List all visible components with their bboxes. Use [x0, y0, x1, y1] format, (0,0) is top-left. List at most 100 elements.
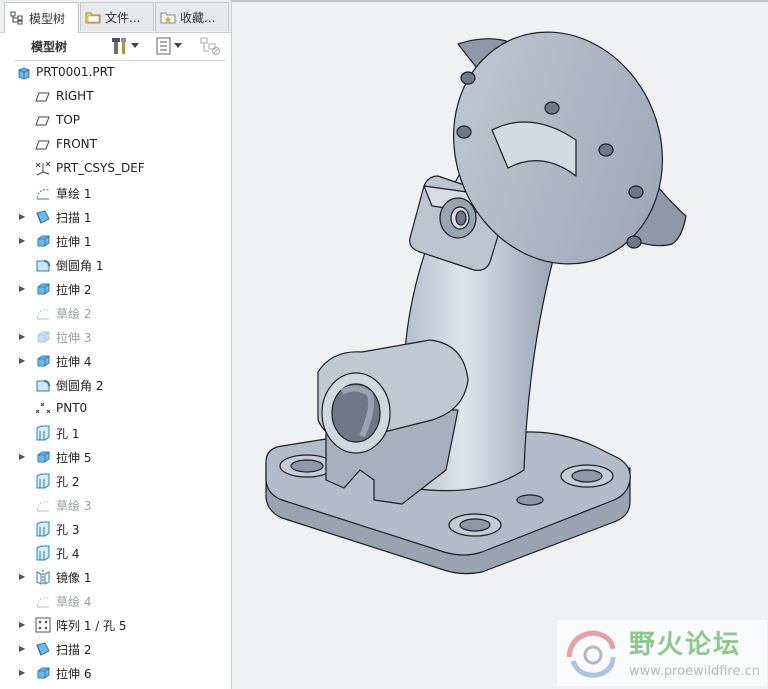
tab-model-tree[interactable]: 模型树 [4, 2, 79, 33]
tree-root-label: PRT0001.PRT [36, 65, 115, 79]
tree-item[interactable]: ▶ 镜像 1 [0, 565, 231, 589]
tree-item[interactable]: TOP [0, 109, 231, 133]
tree-item[interactable]: ▶ 拉伸 1 [0, 229, 231, 253]
watermark: 野火论坛 www.proewildfire.cn [557, 620, 767, 686]
extrude-icon [35, 449, 51, 465]
expand-arrow-icon[interactable]: ▶ [19, 284, 27, 294]
round-icon [35, 377, 51, 393]
sketch-icon [35, 305, 51, 321]
chevron-down-icon [174, 43, 182, 49]
tree-item-label: 扫描 1 [56, 211, 92, 225]
expand-arrow-icon[interactable]: ▶ [19, 644, 27, 654]
tree-item-label: 草绘 3 [56, 499, 92, 513]
filter-icon [200, 36, 222, 56]
expand-arrow-icon[interactable]: ▶ [19, 572, 27, 582]
part-icon [16, 65, 32, 81]
datum-plane-icon [35, 113, 51, 129]
tree-item[interactable]: ▶ 阵列 1 / 孔 5 [0, 613, 231, 637]
tree-item-label: 孔 3 [56, 523, 80, 537]
model-tree-toolbar: 模型树 [0, 33, 231, 59]
sketch-icon [35, 185, 51, 201]
expand-arrow-icon[interactable]: ▶ [19, 452, 27, 462]
tree-item[interactable]: 倒圆角 2 [0, 373, 231, 397]
navigator-tabs: 模型树 文件... 收藏... [0, 0, 231, 33]
tree-item-label: 扫描 2 [56, 643, 92, 657]
datum-plane-icon [35, 89, 51, 105]
extrude-icon [35, 329, 51, 345]
tab-file-browser[interactable]: 文件... [80, 2, 154, 31]
tree-item[interactable]: 孔 1 [0, 421, 231, 445]
tree-item[interactable]: 倒圆角 1 [0, 253, 231, 277]
tree-item-label: 拉伸 5 [56, 451, 92, 465]
model-tree-icon [9, 10, 25, 26]
tree-item[interactable]: ▶ 扫描 1 [0, 205, 231, 229]
tree-item[interactable]: 孔 2 [0, 469, 231, 493]
tree-item[interactable]: 孔 4 [0, 541, 231, 565]
tree-item-label: 倒圆角 2 [56, 379, 104, 393]
tree-item[interactable]: 孔 3 [0, 517, 231, 541]
tree-item-label: 草绘 2 [56, 307, 92, 321]
tree-item-label: 草绘 1 [56, 187, 92, 201]
datum-point-icon [35, 401, 51, 417]
extrude-icon [35, 281, 51, 297]
mirror-icon [35, 569, 51, 585]
tab-label: 收藏... [180, 10, 216, 25]
watermark-logo-icon [566, 630, 616, 678]
tree-item-label: FRONT [56, 137, 97, 151]
csys-icon [35, 161, 51, 177]
expand-arrow-icon[interactable]: ▶ [19, 236, 27, 246]
tree-item-label: 阵列 1 / 孔 5 [56, 619, 127, 633]
tools-icon [111, 36, 129, 56]
tree-item-label: 拉伸 6 [56, 667, 92, 681]
tab-favorites[interactable]: 收藏... [155, 2, 229, 31]
tree-item[interactable]: ▶ 拉伸 3 [0, 325, 231, 349]
tree-item-label: 拉伸 1 [56, 235, 92, 249]
expand-arrow-icon[interactable]: ▶ [19, 620, 27, 630]
sketch-icon [35, 593, 51, 609]
toolbar-title: 模型树 [31, 40, 68, 54]
tree-item[interactable]: 草绘 4 [0, 589, 231, 613]
viewport-top-edge [232, 0, 768, 2]
tree-item[interactable]: 草绘 2 [0, 301, 231, 325]
tree-item-label: 倒圆角 1 [56, 259, 104, 273]
folder-icon [85, 9, 101, 25]
tree-root[interactable]: PRT0001.PRT [0, 61, 231, 85]
expand-arrow-icon[interactable]: ▶ [19, 332, 27, 342]
tree-item[interactable]: FRONT [0, 133, 231, 157]
tree-item-label: PRT_CSYS_DEF [56, 161, 145, 175]
expand-arrow-icon[interactable]: ▶ [19, 212, 27, 222]
tree-item-label: 草绘 4 [56, 595, 92, 609]
round-icon [35, 257, 51, 273]
tree-item[interactable]: 草绘 1 [0, 181, 231, 205]
chevron-down-icon [131, 43, 139, 49]
tree-item[interactable]: RIGHT [0, 85, 231, 109]
tree-item[interactable]: PRT_CSYS_DEF [0, 157, 231, 181]
tree-item[interactable]: ▶ 拉伸 4 [0, 349, 231, 373]
hole-icon [35, 425, 51, 441]
hole-icon [35, 473, 51, 489]
tree-item[interactable]: 草绘 3 [0, 493, 231, 517]
tree-item-label: TOP [56, 113, 81, 127]
sweep-icon [35, 641, 51, 657]
settings-button[interactable] [111, 35, 139, 57]
list-icon [156, 37, 172, 55]
filter-button[interactable] [200, 35, 222, 57]
tree-item-label: 镜像 1 [56, 571, 92, 585]
tree-item[interactable]: ▶ 拉伸 5 [0, 445, 231, 469]
tree-item-label: 拉伸 2 [56, 283, 92, 297]
part-model [265, 31, 687, 575]
tree-item-label: RIGHT [56, 89, 94, 103]
datum-plane-icon [35, 137, 51, 153]
tree-item[interactable]: ▶ 扫描 2 [0, 637, 231, 661]
expand-arrow-icon[interactable]: ▶ [19, 356, 27, 366]
graphics-viewport[interactable]: 野火论坛 www.proewildfire.cn [232, 0, 768, 689]
show-button[interactable] [156, 35, 182, 57]
expand-arrow-icon[interactable]: ▶ [19, 668, 27, 678]
model-tree-panel: 模型树 文件... 收藏... 模型树 PRT0001.PRT RIGHT TO… [0, 0, 232, 689]
tab-label: 文件... [105, 10, 141, 25]
tree-item-label: 孔 2 [56, 475, 80, 489]
tree-item[interactable]: PNT0 [0, 397, 231, 421]
hole-icon [35, 521, 51, 537]
tree-item[interactable]: ▶ 拉伸 6 [0, 661, 231, 685]
tree-item[interactable]: ▶ 拉伸 2 [0, 277, 231, 301]
